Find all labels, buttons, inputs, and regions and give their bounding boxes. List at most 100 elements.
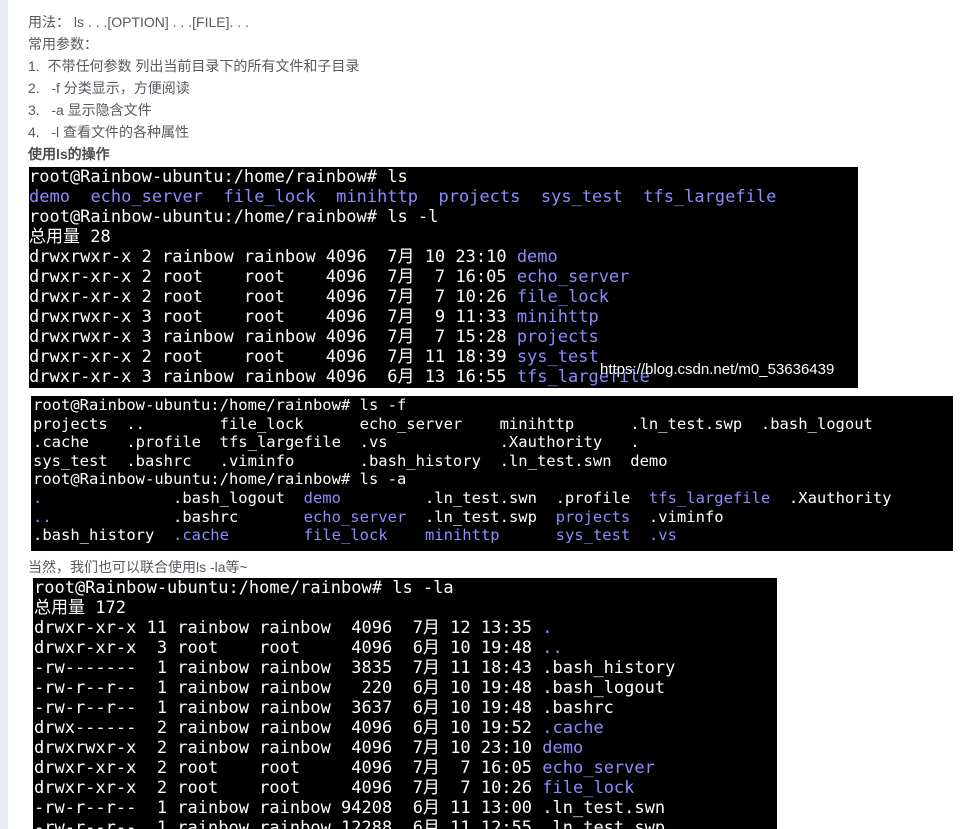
terminal-text: drwxr-xr-x 2 root root 4096 7月 7 10:26 <box>29 287 517 307</box>
terminal-line: .cache .profile tfs_largefile .vs .Xauth… <box>33 433 953 452</box>
directory-entry: . <box>542 618 553 638</box>
terminal-line: drwxr-xr-x 11 rainbow rainbow 4096 7月 12… <box>34 618 777 638</box>
terminal-text: drwxrwxr-x 2 rainbow rainbow 4096 7月 10 … <box>29 247 517 267</box>
directory-entry: minihttp <box>336 187 419 207</box>
page-left-gutter <box>0 0 8 829</box>
terminal-text: .Xauthority <box>770 488 892 507</box>
directory-entry: echo_server <box>90 187 204 207</box>
terminal-text: drwxr-xr-x 2 root root 4096 7月 7 16:05 <box>29 267 517 287</box>
directory-entry: file_lock <box>542 778 635 798</box>
directory-entry: .. <box>33 507 52 526</box>
param-item: 3. -a 显示隐含文件 <box>28 102 152 118</box>
param-item: 1. 不带任何参数 列出当前目录下的所有文件和子目录 <box>28 58 360 74</box>
param-item: 4. -l 查看文件的各种属性 <box>28 124 190 140</box>
directory-entry: sys_test <box>540 187 623 207</box>
terminal-text: .viminfo <box>630 507 724 526</box>
terminal-screenshot-ls-la: root@Rainbow-ubuntu:/home/rainbow# ls -l… <box>33 578 777 829</box>
terminal-line: drwxrwxr-x 3 rainbow rainbow 4096 7月 7 1… <box>29 327 858 347</box>
middle-text: 当然，我们也可以联合使用ls -la等~ <box>28 559 248 575</box>
directory-entry: minihttp <box>424 526 500 545</box>
directory-entry: file_lock <box>223 187 316 207</box>
terminal-line: -rw-r--r-- 1 rainbow rainbow 220 6月 10 1… <box>34 678 777 698</box>
param-item: 2. -f 分类显示，方便阅读 <box>28 80 190 96</box>
terminal-text: sys_test .bashrc .viminfo .bash_history … <box>33 451 668 470</box>
terminal-line: projects .. file_lock echo_server miniht… <box>33 415 953 434</box>
watermark-url: https://blog.csdn.net/m0_53636439 <box>600 361 835 378</box>
directory-entry: projects <box>438 187 521 207</box>
directory-entry: tfs_largefile <box>648 488 771 507</box>
terminal-text: root@Rainbow-ubuntu:/home/rainbow# ls -f <box>33 396 407 414</box>
directory-entry: demo <box>303 488 341 507</box>
directory-entry: demo <box>29 187 70 207</box>
ops-title: 使用ls的操作 <box>28 146 110 162</box>
terminal-text: .ln_test.swp <box>406 507 556 526</box>
terminal-text: -rw------- 1 rainbow rainbow 3835 7月 11 … <box>34 658 676 678</box>
terminal-text: .ln_test.swn .profile <box>340 488 649 507</box>
directory-entry: file_lock <box>303 526 388 545</box>
terminal-line: root@Rainbow-ubuntu:/home/rainbow# ls -l <box>29 207 858 227</box>
terminal-text: root@Rainbow-ubuntu:/home/rainbow# ls <box>29 167 408 187</box>
terminal-line: drwx------ 2 rainbow rainbow 4096 6月 10 … <box>34 718 777 738</box>
terminal-text: drwxr-xr-x 2 root root 4096 7月 7 10:26 <box>34 778 543 798</box>
directory-entry: . <box>33 488 43 507</box>
terminal-text: .cache .profile tfs_largefile .vs .Xauth… <box>33 433 640 452</box>
terminal-text: -rw-r--r-- 1 rainbow rainbow 3637 6月 10 … <box>34 698 614 718</box>
terminal-line: drwxr-xr-x 2 root root 4096 7月 7 10:26 f… <box>29 287 858 307</box>
terminal-text: .bash_history <box>33 526 173 545</box>
terminal-line: .. .bashrc echo_server .ln_test.swp proj… <box>33 508 953 527</box>
terminal-text: drwxr-xr-x 3 root root 4096 6月 10 19:48 <box>34 638 543 658</box>
terminal-line: root@Rainbow-ubuntu:/home/rainbow# ls <box>29 167 858 187</box>
directory-entry: .cache <box>172 526 229 545</box>
terminal-screenshot-ls-l: root@Rainbow-ubuntu:/home/rainbow# ls dem… <box>29 167 858 388</box>
directory-entry: demo <box>542 738 584 758</box>
terminal-line: -rw-r--r-- 1 rainbow rainbow 12288 6月 11… <box>34 818 777 829</box>
terminal-screenshot-ls-f-a: root@Rainbow-ubuntu:/home/rainbow# ls -f… <box>31 396 953 551</box>
terminal-text: drwxrwxr-x 3 rainbow rainbow 4096 7月 7 1… <box>29 327 517 347</box>
terminal-line: root@Rainbow-ubuntu:/home/rainbow# ls -f <box>33 396 953 415</box>
terminal-line: drwxr-xr-x 3 root root 4096 6月 10 19:48 … <box>34 638 777 658</box>
terminal-line: drwxrwxr-x 3 root root 4096 7月 9 11:33 m… <box>29 307 858 327</box>
article-intro: 用法： ls . . .[OPTION] . . .[FILE]. . . 常用… <box>28 11 968 165</box>
terminal-text: drwxr-xr-x 11 rainbow rainbow 4096 7月 12… <box>34 618 543 638</box>
directory-entry: sys_test <box>555 526 631 545</box>
terminal-line: root@Rainbow-ubuntu:/home/rainbow# ls -l… <box>34 578 777 598</box>
terminal-text: drwxr-xr-x 2 root root 4096 7月 7 16:05 <box>34 758 543 778</box>
directory-entry: echo_server <box>542 758 655 778</box>
terminal-line: 总用量 28 <box>29 227 858 247</box>
directory-entry: tfs_largefile <box>643 187 777 207</box>
terminal-text: 总用量 172 <box>34 598 126 618</box>
terminal-line: -rw-r--r-- 1 rainbow rainbow 3637 6月 10 … <box>34 698 777 718</box>
directory-entry: projects <box>516 327 599 347</box>
terminal-line: . .bash_logout demo .ln_test.swn .profil… <box>33 489 953 508</box>
directory-entry: .cache <box>542 718 604 738</box>
directory-entry: .vs <box>648 526 677 545</box>
directory-entry: file_lock <box>516 287 609 307</box>
terminal-text: drwxr-xr-x 3 rainbow rainbow 4096 6月 13 … <box>29 367 517 387</box>
terminal-line: .bash_history .cache file_lock minihttp … <box>33 526 953 545</box>
directory-entry: echo_server <box>303 507 407 526</box>
directory-entry: projects <box>555 507 631 526</box>
terminal-line: -rw------- 1 rainbow rainbow 3835 7月 11 … <box>34 658 777 678</box>
usage-line: 用法： ls . . .[OPTION] . . .[FILE]. . . <box>28 14 249 30</box>
terminal-line: drwxr-xr-x 2 root root 4096 7月 7 10:26 f… <box>34 778 777 798</box>
terminal-line: drwxr-xr-x 2 root root 4096 7月 7 16:05 e… <box>29 267 858 287</box>
directory-entry: echo_server <box>516 267 630 287</box>
terminal-line: root@Rainbow-ubuntu:/home/rainbow# ls -a <box>33 470 953 489</box>
terminal-text: -rw-r--r-- 1 rainbow rainbow 12288 6月 11… <box>34 818 666 829</box>
terminal-text: drwxr-xr-x 2 root root 4096 7月 11 18:39 <box>29 347 517 367</box>
directory-entry: .. <box>542 638 563 658</box>
terminal-text: -rw-r--r-- 1 rainbow rainbow 94208 6月 11… <box>34 798 666 818</box>
terminal-line: sys_test .bashrc .viminfo .bash_history … <box>33 452 953 471</box>
directory-entry: minihttp <box>516 307 599 327</box>
terminal-text: 总用量 28 <box>29 227 111 247</box>
